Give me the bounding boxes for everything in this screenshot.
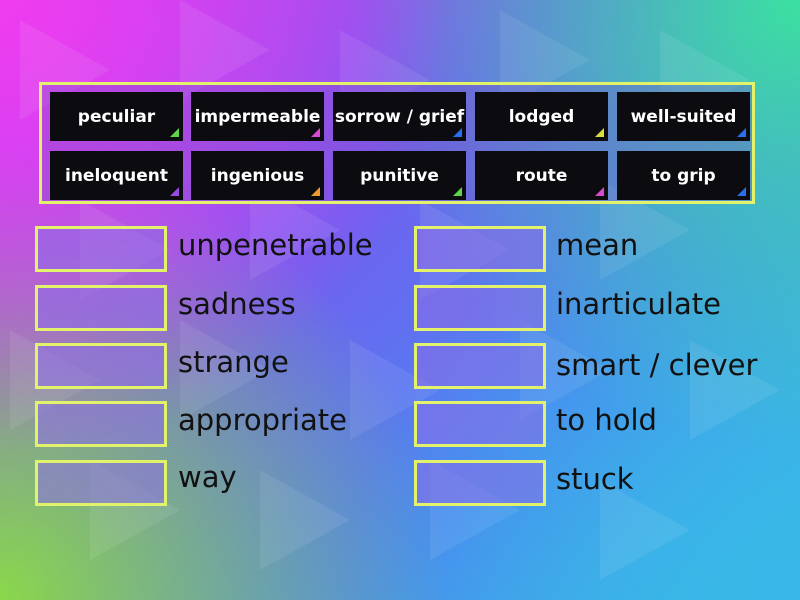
corner-triangle-icon <box>170 187 179 196</box>
answer-tile[interactable]: route <box>475 151 608 200</box>
drop-slot[interactable] <box>414 401 546 447</box>
corner-triangle-icon <box>170 128 179 137</box>
drop-slot[interactable] <box>414 226 546 272</box>
clue-text: to hold <box>556 403 657 437</box>
answer-tile-label: ingenious <box>210 165 305 186</box>
drop-slot[interactable] <box>35 226 167 272</box>
corner-triangle-icon <box>737 187 746 196</box>
corner-triangle-icon <box>595 187 604 196</box>
corner-triangle-icon <box>453 128 462 137</box>
clue-text: smart / clever <box>556 348 758 382</box>
clue-text: way <box>178 460 237 494</box>
clue-text: sadness <box>178 287 296 321</box>
corner-triangle-icon <box>737 128 746 137</box>
clue-text: strange <box>178 345 289 379</box>
drop-slot[interactable] <box>414 285 546 331</box>
answer-tile[interactable]: ingenious <box>191 151 324 200</box>
answer-tile[interactable]: to grip <box>617 151 750 200</box>
answer-tile-label: punitive <box>360 165 439 186</box>
corner-triangle-icon <box>311 187 320 196</box>
answer-tile[interactable]: ineloquent <box>50 151 183 200</box>
answer-tile[interactable]: lodged <box>475 92 608 141</box>
drop-slot[interactable] <box>35 285 167 331</box>
answer-tile-label: to grip <box>651 165 716 186</box>
clue-text: inarticulate <box>556 287 721 321</box>
answer-tile-label: lodged <box>508 106 575 127</box>
answer-tile[interactable]: impermeable <box>191 92 324 141</box>
answer-tile[interactable]: peculiar <box>50 92 183 141</box>
answer-tile-label: sorrow / grief <box>334 106 465 127</box>
corner-triangle-icon <box>595 128 604 137</box>
answer-tile[interactable]: punitive <box>333 151 466 200</box>
answer-tile-label: well-suited <box>630 106 737 127</box>
clue-text: unpenetrable <box>178 228 373 262</box>
answer-tile-label: ineloquent <box>65 165 168 186</box>
answer-tile-label: impermeable <box>194 106 321 127</box>
drop-slot[interactable] <box>35 401 167 447</box>
corner-triangle-icon <box>453 187 462 196</box>
clue-text: mean <box>556 228 639 262</box>
answer-tile[interactable]: well-suited <box>617 92 750 141</box>
answer-tile[interactable]: sorrow / grief <box>333 92 466 141</box>
clue-text: stuck <box>556 462 634 496</box>
drop-slot[interactable] <box>35 460 167 506</box>
clue-text: appropriate <box>178 403 347 437</box>
answer-tile-label: peculiar <box>77 106 156 127</box>
drop-slot[interactable] <box>414 460 546 506</box>
drop-slot[interactable] <box>35 343 167 389</box>
corner-triangle-icon <box>311 128 320 137</box>
drop-slot[interactable] <box>414 343 546 389</box>
answer-tile-label: route <box>515 165 568 186</box>
